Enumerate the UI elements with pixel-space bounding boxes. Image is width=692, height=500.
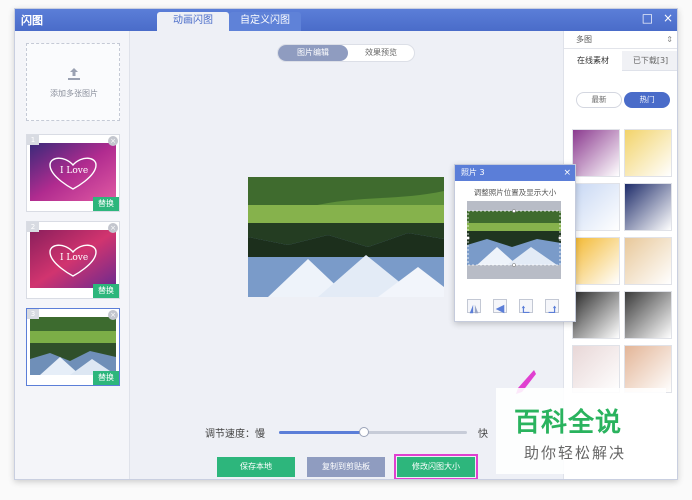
category-select[interactable]: 多图 ⇕ <box>564 31 677 49</box>
speed-slider-fill <box>279 431 364 434</box>
tab-downloaded[interactable]: 已下载[3] <box>622 51 677 71</box>
rotate-right-icon[interactable] <box>545 299 559 314</box>
thumb-number: 3 <box>27 309 39 319</box>
image-list-panel: 添加多张图片 I Love 1 × 替换 I Love 2 × 替换 3 × 替… <box>15 31 130 479</box>
replace-button[interactable]: 替换 <box>93 197 119 211</box>
speed-slider[interactable] <box>279 431 467 434</box>
tab-animated-flash[interactable]: 动画闪图 <box>157 12 229 31</box>
material-thumb[interactable] <box>624 129 672 177</box>
close-icon[interactable]: × <box>663 11 673 25</box>
add-images-label: 添加多张图片 <box>50 89 98 98</box>
material-thumb[interactable] <box>624 291 672 339</box>
thumb-image-love-heart: I Love <box>30 230 116 288</box>
close-icon[interactable]: × <box>563 165 571 181</box>
dialog-header: 照片 3 × <box>455 165 575 181</box>
filter-newest[interactable]: 最新 <box>576 92 622 108</box>
image-thumb-selected[interactable]: 3 × 替换 <box>26 308 120 386</box>
material-thumb[interactable] <box>624 345 672 393</box>
speed-slider-handle[interactable] <box>358 427 369 437</box>
canvas-image[interactable] <box>248 177 444 297</box>
close-icon[interactable]: × <box>108 136 118 146</box>
material-thumb[interactable] <box>572 291 620 339</box>
svg-text:I Love: I Love <box>60 253 88 263</box>
maximize-icon[interactable]: □ <box>642 11 653 25</box>
app-title: 闪图 <box>21 14 43 27</box>
material-thumb[interactable] <box>572 129 620 177</box>
watermark-title: 百科全说 <box>514 408 623 438</box>
image-thumb[interactable]: I Love 1 × 替换 <box>26 134 120 212</box>
add-images-button[interactable]: 添加多张图片 <box>26 43 120 121</box>
save-local-button[interactable]: 保存本地 <box>217 457 295 477</box>
tab-online-materials[interactable]: 在线素材 <box>564 51 622 71</box>
rotate-left-icon[interactable] <box>519 299 533 314</box>
mode-switch: 图片编辑 效果预览 <box>277 44 415 62</box>
replace-button[interactable]: 替换 <box>93 371 119 385</box>
tab-custom-flash[interactable]: 自定义闪图 <box>229 12 301 31</box>
filter-hot[interactable]: 热门 <box>624 92 670 108</box>
thumb-number: 1 <box>27 135 39 145</box>
category-select-value: 多图 <box>576 35 592 44</box>
close-icon[interactable]: × <box>108 310 118 320</box>
window-controls: □ × <box>636 11 673 25</box>
screenshot-stage: 闪图 动画闪图 自定义闪图 □ × 添加多张图片 I Love 1 × 替换 I… <box>0 0 692 500</box>
image-thumb[interactable]: I Love 2 × 替换 <box>26 221 120 299</box>
dialog-tip: 调整照片位置及显示大小 <box>473 188 557 197</box>
speed-label: 调节速度：慢 <box>205 429 265 440</box>
close-icon[interactable]: × <box>108 223 118 233</box>
material-thumb[interactable] <box>572 345 620 393</box>
dialog-title: 照片 3 <box>461 168 485 177</box>
upload-icon <box>68 68 80 80</box>
watermark: 百科全说 助你轻松解决 <box>496 388 666 474</box>
flip-horizontal-icon[interactable] <box>467 299 481 314</box>
thumb-image-landscape <box>30 317 116 375</box>
svg-text:I Love: I Love <box>60 166 88 176</box>
thumb-number: 2 <box>27 222 39 232</box>
title-bar: 闪图 动画闪图 自定义闪图 □ × <box>15 9 677 31</box>
image-edit-tab[interactable]: 图片编辑 <box>278 45 348 61</box>
copy-clipboard-button[interactable]: 复制到剪贴板 <box>307 457 385 477</box>
resize-flash-button[interactable]: 修改闪图大小 <box>394 454 478 479</box>
material-thumb[interactable] <box>624 237 672 285</box>
flip-vertical-icon[interactable] <box>493 299 507 314</box>
dialog-image-cropper[interactable] <box>467 201 561 279</box>
material-thumb[interactable] <box>572 237 620 285</box>
preview-tab[interactable]: 效果预览 <box>348 45 414 61</box>
material-thumb[interactable] <box>572 183 620 231</box>
material-thumb[interactable] <box>624 183 672 231</box>
chevron-updown-icon: ⇕ <box>666 35 673 44</box>
speed-fast-label: 快 <box>478 429 488 440</box>
photo-adjust-dialog: 照片 3 × 调整照片位置及显示大小 <box>454 164 576 322</box>
watermark-subtitle: 助你轻松解决 <box>524 444 627 462</box>
thumb-image-love-galaxy: I Love <box>30 143 116 201</box>
replace-button[interactable]: 替换 <box>93 284 119 298</box>
